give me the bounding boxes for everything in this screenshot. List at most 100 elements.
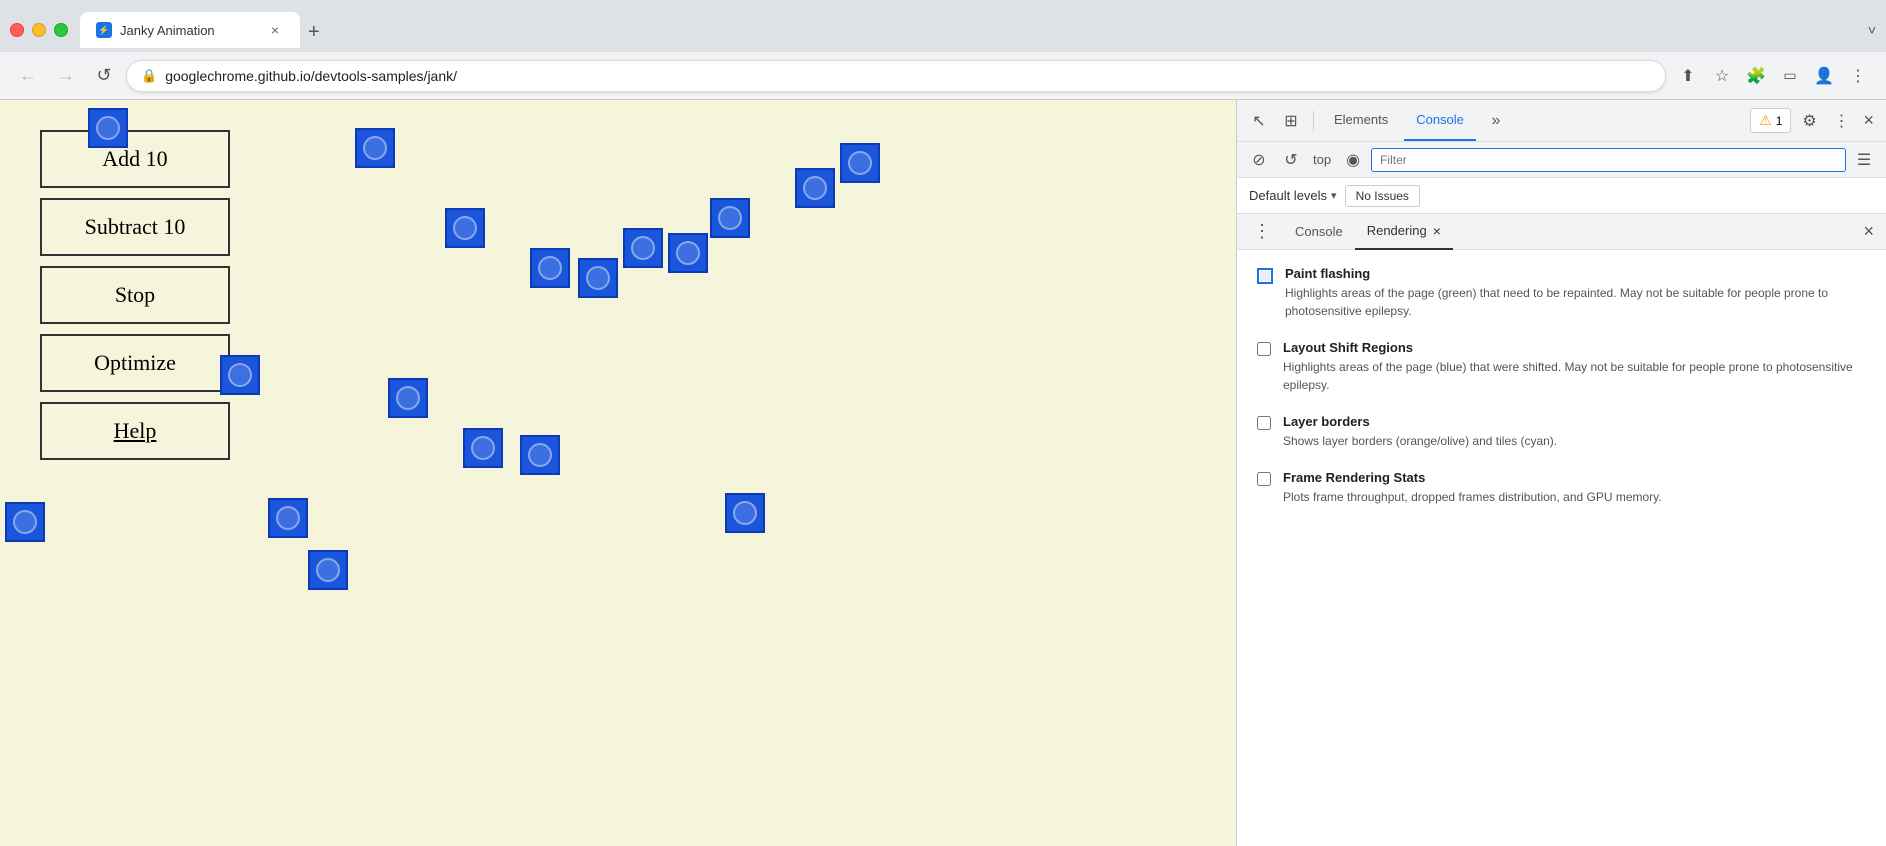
subtract-10-button[interactable]: Subtract 10 bbox=[40, 198, 230, 256]
profile-button[interactable]: 👤 bbox=[1808, 60, 1840, 92]
eye-icon: ◉ bbox=[1346, 150, 1360, 170]
tab-elements[interactable]: Elements bbox=[1322, 100, 1400, 141]
active-tab[interactable]: Janky Animation × bbox=[80, 12, 300, 48]
paint-flashing-checkbox[interactable] bbox=[1257, 268, 1273, 284]
eye-button[interactable]: ◉ bbox=[1339, 146, 1367, 174]
filter-input[interactable] bbox=[1371, 148, 1846, 172]
layer-borders-title: Layer borders bbox=[1283, 414, 1866, 429]
cast-button[interactable]: ▭ bbox=[1774, 60, 1806, 92]
devtools-more-button[interactable]: ⋮ bbox=[1827, 107, 1855, 135]
refresh-icon: ↺ bbox=[1284, 150, 1297, 170]
warning-count: 1 bbox=[1776, 114, 1783, 128]
animated-square bbox=[520, 435, 560, 475]
new-tab-button[interactable]: + bbox=[300, 17, 328, 48]
default-levels-dropdown[interactable]: Default levels ▾ bbox=[1249, 188, 1337, 203]
drawer-tab-rendering[interactable]: Rendering × bbox=[1355, 214, 1453, 250]
circle-icon: ⊘ bbox=[1252, 150, 1265, 170]
share-button[interactable]: ⬆ bbox=[1672, 60, 1704, 92]
drawer-tab-console[interactable]: Console bbox=[1283, 214, 1355, 250]
add-10-button[interactable]: Add 10 bbox=[40, 130, 230, 188]
animated-square bbox=[668, 233, 708, 273]
bookmark-button[interactable]: ☆ bbox=[1706, 60, 1738, 92]
animated-square bbox=[578, 258, 618, 298]
back-button[interactable]: ← bbox=[12, 60, 44, 92]
inspect-icon: ↖ bbox=[1252, 111, 1265, 131]
settings-button[interactable]: ⚙ bbox=[1795, 107, 1823, 135]
frame-rendering-title: Frame Rendering Stats bbox=[1283, 470, 1866, 485]
device-toolbar-button[interactable]: ⊞ bbox=[1277, 107, 1305, 135]
tab-favicon bbox=[96, 22, 112, 38]
maximize-traffic-light[interactable] bbox=[54, 23, 68, 37]
devtools-toolbar: ↖ ⊞ Elements Console » ⚠ 1 ⚙ bbox=[1237, 100, 1886, 142]
animated-square bbox=[5, 502, 45, 542]
more-tabs-button[interactable]: » bbox=[1482, 107, 1510, 135]
layout-shift-desc: Highlights areas of the page (blue) that… bbox=[1283, 358, 1866, 394]
animated-square bbox=[88, 108, 128, 148]
no-issues-button[interactable]: No Issues bbox=[1345, 185, 1420, 207]
warning-badge[interactable]: ⚠ 1 bbox=[1750, 108, 1791, 133]
layer-borders-content: Layer borders Shows layer borders (orang… bbox=[1283, 414, 1866, 450]
tab-title: Janky Animation bbox=[120, 23, 215, 38]
stop-button[interactable]: Stop bbox=[40, 266, 230, 324]
close-traffic-light[interactable] bbox=[10, 23, 24, 37]
animated-square bbox=[530, 248, 570, 288]
frame-rendering-checkbox[interactable] bbox=[1257, 472, 1271, 486]
traffic-lights bbox=[10, 23, 68, 37]
tab-console[interactable]: Console bbox=[1404, 100, 1476, 141]
animated-square bbox=[840, 143, 880, 183]
layout-shift-content: Layout Shift Regions Highlights areas of… bbox=[1283, 340, 1866, 394]
warning-icon: ⚠ bbox=[1759, 112, 1772, 129]
animated-square bbox=[388, 378, 428, 418]
forward-button[interactable]: → bbox=[50, 60, 82, 92]
sidebar-toggle-button[interactable]: ☰ bbox=[1850, 146, 1878, 174]
tab-close-button[interactable]: × bbox=[266, 21, 284, 39]
page-content: Add 10 Subtract 10 Stop Optimize Help bbox=[0, 100, 1236, 846]
paint-flashing-content: Paint flashing Highlights areas of the p… bbox=[1285, 266, 1866, 320]
nav-bar: ← → ↺ 🔒 googlechrome.github.io/devtools-… bbox=[0, 52, 1886, 100]
help-button[interactable]: Help bbox=[40, 402, 230, 460]
devtools-panel: ↖ ⊞ Elements Console » ⚠ 1 ⚙ bbox=[1236, 100, 1886, 846]
devtools-close-button[interactable]: × bbox=[1859, 106, 1878, 135]
page-buttons: Add 10 Subtract 10 Stop Optimize Help bbox=[40, 130, 230, 470]
toolbar-separator bbox=[1313, 111, 1314, 131]
clear-console-button[interactable]: ⊘ bbox=[1245, 146, 1273, 174]
layout-shift-checkbox[interactable] bbox=[1257, 342, 1271, 356]
animated-square bbox=[445, 208, 485, 248]
nav-actions: ⬆ ☆ 🧩 ▭ 👤 ⋮ bbox=[1672, 60, 1874, 92]
paint-flashing-desc: Highlights areas of the page (green) tha… bbox=[1285, 284, 1866, 320]
inspect-element-button[interactable]: ↖ bbox=[1245, 107, 1273, 135]
animated-square bbox=[308, 550, 348, 590]
refresh-button[interactable]: ↺ bbox=[1277, 146, 1305, 174]
animated-square bbox=[623, 228, 663, 268]
address-bar[interactable]: 🔒 googlechrome.github.io/devtools-sample… bbox=[126, 60, 1666, 92]
main-area: Add 10 Subtract 10 Stop Optimize Help bbox=[0, 100, 1886, 846]
context-selector[interactable]: top bbox=[1309, 152, 1335, 167]
layer-borders-checkbox[interactable] bbox=[1257, 416, 1271, 430]
extensions-button[interactable]: 🧩 bbox=[1740, 60, 1772, 92]
animated-square bbox=[725, 493, 765, 533]
minimize-traffic-light[interactable] bbox=[32, 23, 46, 37]
animated-square bbox=[795, 168, 835, 208]
frame-rendering-option: Frame Rendering Stats Plots frame throug… bbox=[1257, 470, 1866, 506]
title-bar: Janky Animation × + ˅ bbox=[0, 0, 1886, 52]
window-controls: ˅ bbox=[1868, 22, 1876, 38]
tabs-area: Janky Animation × + bbox=[80, 12, 1860, 48]
levels-chevron-icon: ▾ bbox=[1331, 189, 1337, 202]
window-chevron[interactable]: ˅ bbox=[1868, 22, 1876, 38]
rendering-tab-close-button[interactable]: × bbox=[1433, 223, 1441, 239]
animated-square bbox=[220, 355, 260, 395]
devtools-drawer-tabs: ⋮ Console Rendering × × bbox=[1237, 214, 1886, 250]
animated-square bbox=[463, 428, 503, 468]
more-button[interactable]: ⋮ bbox=[1842, 60, 1874, 92]
layer-borders-desc: Shows layer borders (orange/olive) and t… bbox=[1283, 432, 1866, 450]
paint-flashing-option: Paint flashing Highlights areas of the p… bbox=[1257, 266, 1866, 320]
paint-flashing-title: Paint flashing bbox=[1285, 266, 1866, 281]
optimize-button[interactable]: Optimize bbox=[40, 334, 230, 392]
reload-button[interactable]: ↺ bbox=[88, 60, 120, 92]
devtools-filter-toolbar: ⊘ ↺ top ◉ ☰ bbox=[1237, 142, 1886, 178]
layout-shift-title: Layout Shift Regions bbox=[1283, 340, 1866, 355]
frame-rendering-content: Frame Rendering Stats Plots frame throug… bbox=[1283, 470, 1866, 506]
frame-rendering-desc: Plots frame throughput, dropped frames d… bbox=[1283, 488, 1866, 506]
drawer-more-button[interactable]: ⋮ bbox=[1245, 217, 1279, 246]
drawer-close-button[interactable]: × bbox=[1859, 217, 1878, 246]
